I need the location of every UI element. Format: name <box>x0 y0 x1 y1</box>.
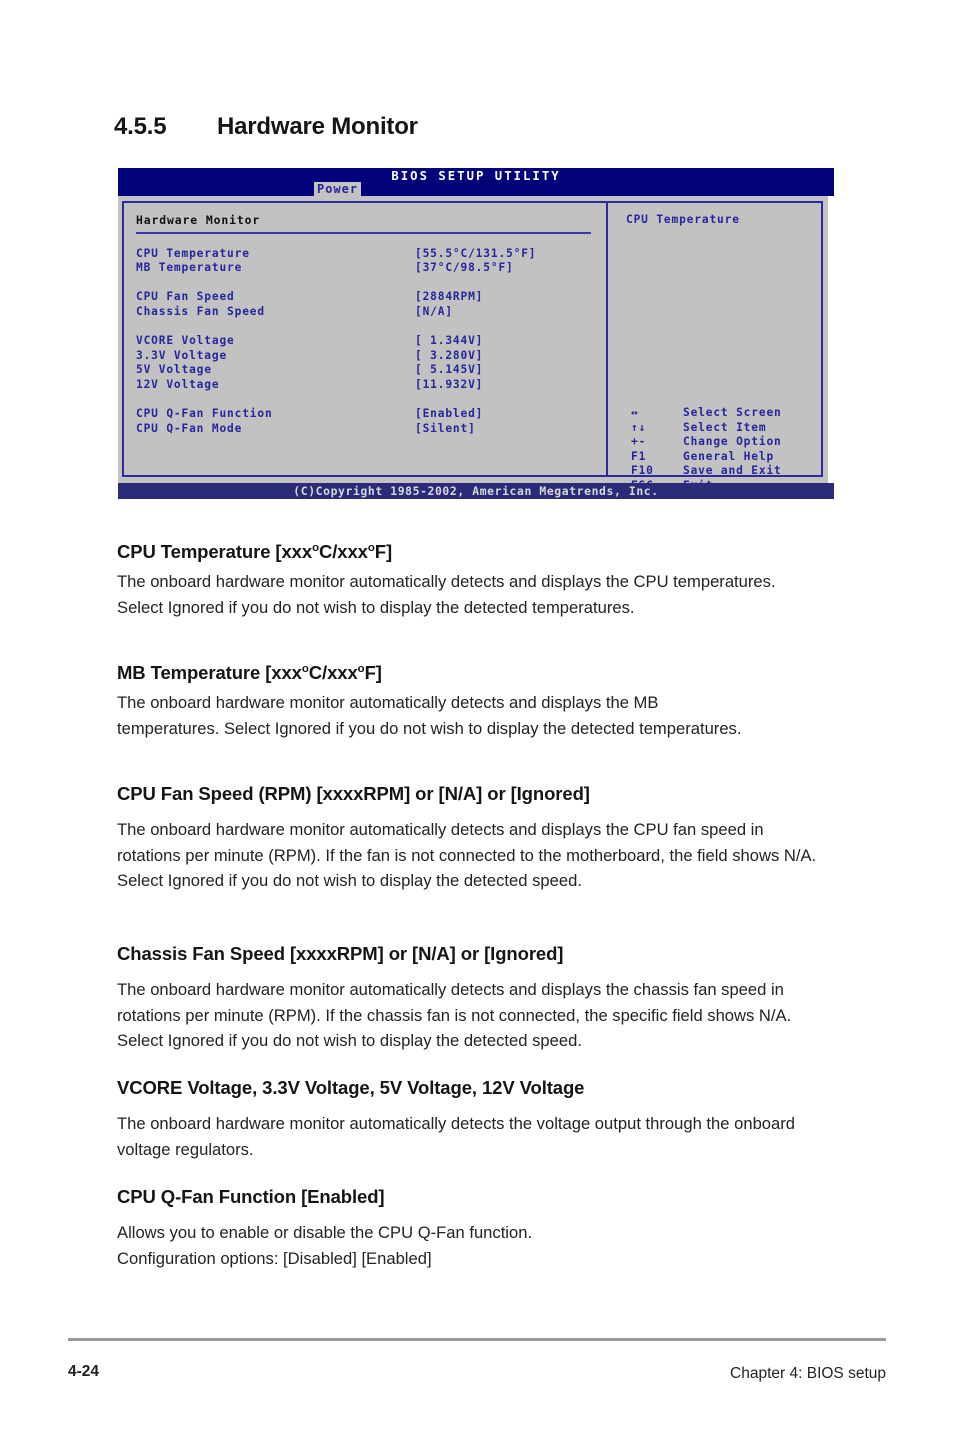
bios-row-label: CPU Temperature <box>136 246 250 260</box>
degree-symbol: o <box>312 541 319 554</box>
bios-utility-title: BIOS SETUP UTILITY <box>391 169 561 183</box>
heading-part: F] <box>364 662 382 683</box>
section-number: 4.5.5 <box>114 113 167 140</box>
heading-part: C/xxx <box>318 541 368 562</box>
bios-row-value: [55.5°C/131.5°F] <box>415 246 537 260</box>
bios-row-label: CPU Fan Speed <box>136 290 235 304</box>
bios-row[interactable]: MB Temperature [37°C/98.5°F] <box>136 261 606 276</box>
heading-part: F] <box>374 541 393 562</box>
section-heading: MB Temperature [xxxoC/xxxoF] <box>117 662 758 684</box>
left-right-arrow-icon: ↔ <box>631 406 639 419</box>
heading-part: CPU Temperature [xxx <box>117 541 313 562</box>
bios-body: Hardware Monitor CPU Temperature [55.5°C… <box>118 196 828 492</box>
bios-row-label: Chassis Fan Speed <box>136 304 265 318</box>
bios-row-spacer <box>136 393 606 408</box>
bios-menu-tabs: Power <box>314 182 362 197</box>
bios-row-label: CPU Q-Fan Mode <box>136 421 243 435</box>
bios-row-value: [11.932V] <box>415 377 484 391</box>
section-body-line2: Configuration options: [Disabled] [Enabl… <box>117 1248 432 1268</box>
plus-minus-icon: +- <box>631 435 647 449</box>
section-cpu-qfan-function: CPU Q-Fan Function [Enabled] Allows you … <box>117 1186 817 1271</box>
section-chassis-fan-speed: Chassis Fan Speed [xxxxRPM] or [N/A] or … <box>117 943 831 1054</box>
bios-row-label: CPU Q-Fan Function <box>136 407 273 421</box>
heading-part: MB Temperature [xxx <box>117 662 302 683</box>
bios-help-title: CPU Temperature <box>626 213 740 226</box>
page-title: 4.5.5 Hardware Monitor <box>114 113 418 141</box>
section-heading: Chassis Fan Speed [xxxxRPM] or [N/A] or … <box>117 943 564 964</box>
degree-symbol: o <box>367 541 375 554</box>
bios-row-value: [ 3.280V] <box>415 348 484 362</box>
bios-row[interactable]: 5V Voltage [ 5.145V] <box>136 363 606 378</box>
up-down-arrow-icon: ↑↓ <box>631 420 647 434</box>
bios-row-value: [Enabled] <box>415 407 484 421</box>
section-body: The onboard hardware monitor automatical… <box>117 980 792 1051</box>
bios-row-value: [ 5.145V] <box>415 363 484 377</box>
section-cpu-temperature: CPU Temperature [xxxoC/xxxoF] The onboar… <box>117 541 784 620</box>
bios-row-label: VCORE Voltage <box>136 334 235 348</box>
footer-divider <box>68 1338 886 1341</box>
bios-row[interactable]: CPU Temperature [55.5°C/131.5°F] <box>136 247 606 262</box>
key-legend-desc: Change Option <box>683 435 782 449</box>
key-legend-desc: Save and Exit <box>683 464 782 478</box>
section-body-line1: Allows you to enable or disable the CPU … <box>117 1223 533 1242</box>
section-cpu-fan-speed: CPU Fan Speed (RPM) [xxxxRPM] or [N/A] o… <box>117 783 822 894</box>
bios-row-label: 5V Voltage <box>136 363 212 377</box>
section-heading: CPU Temperature [xxxoC/xxxoF] <box>117 541 784 563</box>
bios-row-value: [37°C/98.5°F] <box>415 261 514 275</box>
bios-group-rule <box>136 231 591 234</box>
f10-key-icon: F10 <box>631 464 654 478</box>
section-title: Hardware Monitor <box>217 113 418 140</box>
section-mb-temperature: MB Temperature [xxxoC/xxxoF] The onboard… <box>117 662 758 741</box>
bios-row[interactable]: CPU Q-Fan Mode [Silent] <box>136 422 606 437</box>
bios-group-title: Hardware Monitor <box>136 213 261 227</box>
heading-part: C/xxx <box>308 662 358 683</box>
bios-copyright-bar: (C)Copyright 1985-2002, American Megatre… <box>118 483 834 499</box>
key-legend-row: F1 General Help <box>631 450 782 465</box>
bios-row-spacer <box>136 276 606 291</box>
bios-row[interactable]: 3.3V Voltage [ 3.280V] <box>136 349 606 364</box>
section-body: The onboard hardware monitor automatical… <box>117 820 817 891</box>
degree-symbol: o <box>301 662 309 675</box>
bios-title-bar: BIOS SETUP UTILITY Power <box>118 168 834 197</box>
bios-row[interactable]: 12V Voltage [11.932V] <box>136 378 606 393</box>
degree-symbol: o <box>357 662 365 675</box>
bios-help-panel: CPU Temperature ↔ Select Screen ↑↓ Selec… <box>608 203 821 492</box>
f1-key-icon: F1 <box>631 449 647 463</box>
bios-setup-screenshot: BIOS SETUP UTILITY Power Hardware Monito… <box>118 168 834 499</box>
key-legend-row: ↔ Select Screen <box>631 406 782 421</box>
section-heading: CPU Fan Speed (RPM) [xxxxRPM] or [N/A] o… <box>117 783 590 804</box>
key-legend-desc: Select Screen <box>683 406 782 419</box>
tab-power[interactable]: Power <box>314 182 362 197</box>
section-body: The onboard hardware monitor automatical… <box>117 1114 796 1159</box>
bios-row-spacer <box>136 320 606 335</box>
bios-row-value: [N/A] <box>415 304 453 318</box>
key-legend-row: ↑↓ Select Item <box>631 421 782 436</box>
bios-row-value: [Silent] <box>415 421 476 435</box>
page-number: 4-24 <box>68 1363 100 1380</box>
bios-row[interactable]: Chassis Fan Speed [N/A] <box>136 305 606 320</box>
key-legend-row: +- Change Option <box>631 435 782 450</box>
bios-settings-panel: Hardware Monitor CPU Temperature [55.5°C… <box>124 203 606 475</box>
section-heading: CPU Q-Fan Function [Enabled] <box>117 1186 385 1207</box>
bios-row-value: [ 1.344V] <box>415 334 484 348</box>
bios-row-label: MB Temperature <box>136 261 243 275</box>
bios-row-label: 12V Voltage <box>136 377 220 391</box>
bios-row-value: [2884RPM] <box>415 290 484 304</box>
key-legend-row: F10 Save and Exit <box>631 464 782 479</box>
bios-row[interactable]: CPU Fan Speed [2884RPM] <box>136 290 606 305</box>
bios-key-legend: ↔ Select Screen ↑↓ Select Item +- Change… <box>631 406 782 494</box>
bios-copyright-text: (C)Copyright 1985-2002, American Megatre… <box>293 484 659 498</box>
key-legend-desc: General Help <box>683 449 775 463</box>
section-voltages: VCORE Voltage, 3.3V Voltage, 5V Voltage,… <box>117 1077 807 1162</box>
bios-settings-list: CPU Temperature [55.5°C/131.5°F] MB Temp… <box>136 247 606 437</box>
bios-row[interactable]: VCORE Voltage [ 1.344V] <box>136 334 606 349</box>
section-body: The onboard hardware monitor automatical… <box>117 572 776 617</box>
key-legend-desc: Select Item <box>683 420 767 434</box>
section-heading: VCORE Voltage, 3.3V Voltage, 5V Voltage,… <box>117 1077 585 1098</box>
bios-inner-frame: Hardware Monitor CPU Temperature [55.5°C… <box>122 201 823 492</box>
chapter-label: Chapter 4: BIOS setup <box>730 1365 886 1382</box>
bios-row-label: 3.3V Voltage <box>136 348 228 362</box>
section-body: The onboard hardware monitor automatical… <box>117 693 742 738</box>
bios-row[interactable]: CPU Q-Fan Function [Enabled] <box>136 407 606 422</box>
